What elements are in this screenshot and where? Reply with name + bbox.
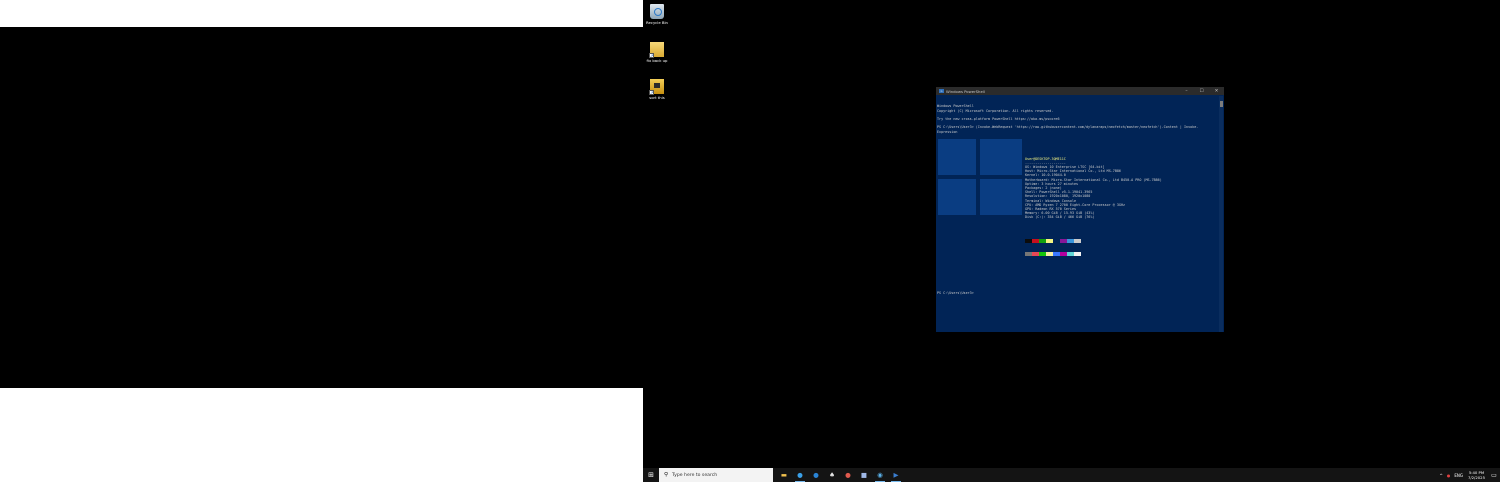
notification-icon[interactable]: ▭ (1488, 472, 1500, 479)
shortcut-arrow-icon: ↗ (649, 90, 654, 95)
taskbar-app-edge[interactable]: ● (792, 468, 808, 482)
powershell-icon: > (939, 89, 944, 93)
clock-date: 7/2/2025 (1467, 475, 1485, 480)
color-palette (937, 231, 1218, 265)
taskbar-app-powershell[interactable]: ▶ (888, 468, 904, 482)
console-prompt: PS C:\Users\User3> (937, 290, 974, 295)
windows-logo-icon: ⊞ (648, 471, 654, 479)
close-button[interactable]: ✕ (1209, 89, 1224, 94)
taskbar: ⊞ ⚲ Type here to search ▬ ● ● ♠ ● ■ ◉ ▶ ^ ● ENG… (643, 468, 1500, 482)
vertical-scrollbar[interactable] (1219, 96, 1223, 332)
maximize-button[interactable]: ☐ (1194, 89, 1209, 94)
start-button[interactable]: ⊞ (643, 468, 659, 482)
taskbar-app-file-explorer[interactable]: ▬ (776, 468, 792, 482)
left-black-region (0, 27, 643, 388)
edge-icon: ● (797, 471, 803, 479)
recycle-bin-icon (650, 4, 664, 19)
network-icon: ◉ (877, 471, 883, 479)
desktop-icon-recycle-bin[interactable]: Recycle Bin (645, 4, 669, 25)
console-line: PS C:\Users\User3> (Invoke-WebRequest 'h… (937, 125, 1199, 134)
chrome-icon: ● (845, 471, 851, 479)
powershell-window[interactable]: > Windows PowerShell – ☐ ✕ Windows Power… (936, 87, 1224, 332)
taskbar-app-network[interactable]: ◉ (872, 468, 888, 482)
taskbar-app-app-b[interactable]: ■ (856, 468, 872, 482)
folder-icon: ↗ (649, 42, 664, 58)
taskbar-apps: ▬ ● ● ♠ ● ■ ◉ ▶ (776, 468, 904, 482)
system-tray: ^ ● ENG 5:40 PM 7/2/2025 ▭ (1437, 468, 1500, 482)
browser-icon: ● (813, 471, 819, 479)
desktop-icon-label: Recycle Bin (646, 20, 668, 25)
battery-icon[interactable]: ● (1445, 473, 1453, 478)
search-placeholder: Type here to search (672, 472, 718, 478)
sysinfo-line: Disk (C:): 354 GiB / 466 GiB (76%) (1025, 215, 1095, 220)
folder-icon: ▬ (780, 471, 788, 479)
desktop-icon-label: sort this (649, 95, 665, 100)
app-icon: ♠ (829, 471, 835, 479)
folder-icon: ↗ (649, 79, 664, 95)
taskbar-app-chrome[interactable]: ● (840, 468, 856, 482)
console-output[interactable]: Windows PowerShell Copyright (C) Microsof… (937, 96, 1218, 332)
powershell-icon: ▶ (893, 471, 899, 479)
language-indicator[interactable]: ENG (1452, 473, 1465, 478)
minimize-button[interactable]: – (1179, 89, 1194, 94)
search-icon: ⚲ (664, 472, 669, 478)
desktop-icon-fix-back-up[interactable]: ↗ fix back up (645, 42, 669, 63)
clock[interactable]: 5:40 PM 7/2/2025 (1465, 470, 1488, 480)
taskbar-app-app-a[interactable]: ♠ (824, 468, 840, 482)
taskbar-app-ie[interactable]: ● (808, 468, 824, 482)
search-box[interactable]: ⚲ Type here to search (659, 468, 773, 482)
chevron-up-icon[interactable]: ^ (1437, 473, 1444, 478)
desktop-icon-sort-this[interactable]: ↗ sort this (645, 79, 669, 100)
windows-logo-art (938, 139, 1022, 217)
shortcut-arrow-icon: ↗ (649, 53, 654, 58)
desktop-icon-label: fix back up (646, 58, 668, 63)
console-lines: Windows PowerShell Copyright (C) Microsof… (937, 104, 1218, 133)
notepad-icon: ■ (860, 471, 868, 479)
scrollbar-thumb[interactable] (1219, 101, 1223, 107)
window-title: Windows PowerShell (946, 88, 985, 94)
window-titlebar[interactable]: > Windows PowerShell – ☐ ✕ (936, 87, 1224, 95)
